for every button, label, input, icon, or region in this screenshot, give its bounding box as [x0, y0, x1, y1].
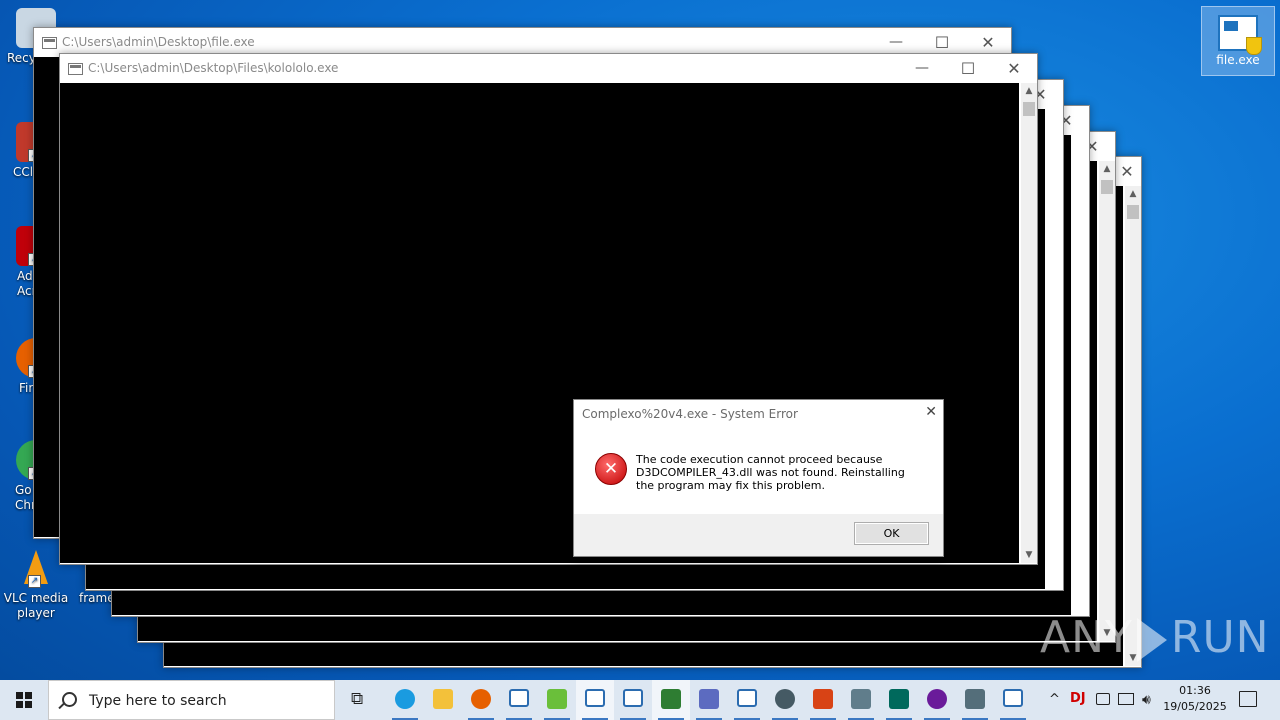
scroll-up-arrow-icon[interactable]: ▲ — [1021, 83, 1037, 99]
dialog-title: Complexo%20v4.exe - System Error — [582, 407, 798, 421]
watermark-right-text: RUN — [1170, 612, 1270, 663]
taskbar-app-bh[interactable] — [538, 680, 576, 720]
vlc-cone-icon: ↗ — [16, 548, 56, 588]
dj-tray-icon[interactable]: DJ — [1070, 691, 1086, 706]
taskbar-app-window[interactable] — [500, 680, 538, 720]
chain-link-icon — [775, 689, 795, 709]
scroll-up-arrow-icon[interactable]: ▲ — [1099, 161, 1115, 177]
taskbar-app-monitor[interactable] — [880, 680, 918, 720]
taskbar-app-file-explorer[interactable] — [424, 680, 462, 720]
folder-icon — [433, 689, 453, 709]
console-app-icon — [42, 37, 57, 49]
taskbar-app-notepad[interactable] — [842, 680, 880, 720]
scroll-down-arrow-icon[interactable]: ▼ — [1021, 547, 1037, 563]
taskbar-app-edge[interactable] — [386, 680, 424, 720]
uac-shield-icon — [1246, 37, 1262, 55]
bh-app-icon — [547, 689, 567, 709]
office-icon — [813, 689, 833, 709]
taskbar-clock[interactable]: 01:36 19/05/2025 — [1160, 683, 1230, 715]
watermark-play-icon — [1136, 618, 1167, 662]
minimize-button[interactable]: — — [899, 54, 945, 83]
taskbar-app-link[interactable] — [766, 680, 804, 720]
system-error-dialog[interactable]: Complexo%20v4.exe - System Error ✕ ✕ The… — [573, 399, 944, 557]
window-title: C:\Users\admin\Desktop\file.exe — [62, 35, 255, 49]
taskbar-app-purple[interactable] — [918, 680, 956, 720]
desktop-icon-file-exe[interactable]: file.exe — [1201, 6, 1275, 76]
network-computer-icon — [699, 689, 719, 709]
close-button[interactable]: ✕ — [1113, 157, 1141, 186]
desktop-icon-label: VLC media player — [3, 591, 69, 620]
scroll-thumb[interactable] — [1101, 180, 1113, 194]
taskbar-app-window-active[interactable] — [576, 680, 614, 720]
scroll-thumb[interactable] — [1023, 102, 1035, 116]
window-title: C:\Users\admin\Desktop\Files\kolololo.ex… — [88, 61, 339, 75]
error-icon: ✕ — [595, 453, 627, 485]
battery-tray-icon[interactable] — [1096, 693, 1110, 705]
application-window-icon — [737, 689, 757, 707]
show-hidden-icons-chevron-icon[interactable]: ^ — [1049, 692, 1060, 707]
taskbar-app-window-3[interactable] — [728, 680, 766, 720]
volume-tray-icon[interactable]: 🔊︎ — [1142, 692, 1151, 708]
task-view-icon: ⧉ — [351, 689, 364, 709]
notepad-icon — [851, 689, 871, 709]
windows-logo-icon — [16, 692, 32, 708]
taskbar-app-window-2[interactable] — [614, 680, 652, 720]
shortcut-arrow-icon: ↗ — [28, 575, 41, 588]
notification-center-icon[interactable] — [1239, 691, 1257, 707]
scroll-up-arrow-icon[interactable]: ▲ — [1125, 186, 1141, 202]
console-app-icon — [68, 63, 83, 75]
taskbar-search-box[interactable]: Type here to search — [48, 680, 335, 720]
firefox-icon — [471, 689, 491, 709]
clock-date: 19/05/2025 — [1163, 700, 1227, 713]
taskbar-app-window-4[interactable] — [994, 680, 1032, 720]
task-view-button[interactable]: ⧉ — [341, 680, 379, 720]
installer-icon — [965, 689, 985, 709]
edge-icon — [395, 689, 415, 709]
watermark-left-text: ANY — [1040, 612, 1133, 663]
taskbar-app-chess[interactable] — [652, 680, 690, 720]
title-bar[interactable]: C:\Users\admin\Desktop\Files\kolololo.ex… — [60, 54, 1037, 83]
scroll-thumb[interactable] — [1127, 205, 1139, 219]
application-window-icon — [509, 689, 529, 707]
ok-button[interactable]: OK — [854, 522, 929, 545]
vertical-scrollbar[interactable]: ▲ ▼ — [1021, 83, 1037, 563]
taskbar-app-office[interactable] — [804, 680, 842, 720]
network-tray-icon[interactable] — [1118, 693, 1134, 705]
close-button[interactable]: ✕ — [991, 54, 1037, 83]
desktop-icon-label: file.exe — [1216, 53, 1260, 67]
maximize-button[interactable]: ☐ — [945, 54, 991, 83]
start-button[interactable] — [0, 680, 48, 720]
taskbar-app-network[interactable] — [690, 680, 728, 720]
dialog-close-button[interactable]: ✕ — [925, 404, 937, 420]
taskbar-app-installer[interactable] — [956, 680, 994, 720]
application-window-icon — [623, 689, 643, 707]
taskbar-app-firefox[interactable] — [462, 680, 500, 720]
application-window-icon — [1218, 15, 1262, 55]
clock-time: 01:36 — [1179, 684, 1211, 697]
vertical-scrollbar[interactable]: ▲ ▼ — [1099, 161, 1115, 641]
purple-app-icon — [927, 689, 947, 709]
chess-pieces-icon — [661, 689, 681, 709]
taskbar: Type here to search ⧉ ^ DJ 🔊︎ 01:36 19/0… — [0, 680, 1280, 720]
application-window-icon — [1003, 689, 1023, 707]
anyrun-watermark: ANY RUN — [1040, 612, 1270, 663]
vertical-scrollbar[interactable]: ▲ ▼ — [1125, 186, 1141, 666]
error-message: The code execution cannot proceed becaus… — [636, 453, 905, 492]
search-placeholder: Type here to search — [89, 693, 227, 709]
application-window-icon — [585, 689, 605, 707]
dialog-footer: OK — [574, 514, 943, 556]
search-icon — [62, 692, 77, 707]
monitor-icon — [889, 689, 909, 709]
